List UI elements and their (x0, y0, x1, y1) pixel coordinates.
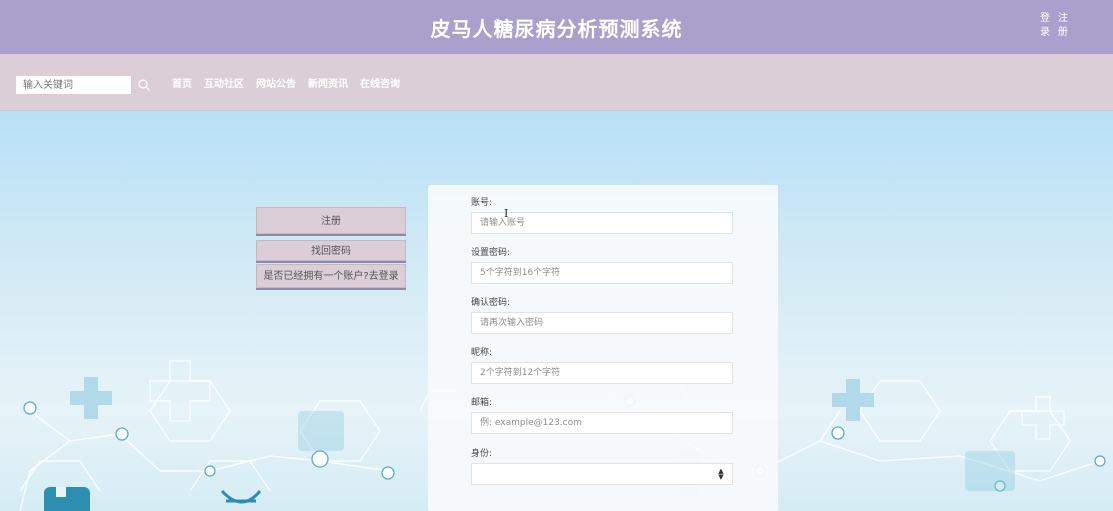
nav-item-announcements[interactable]: 网站公告 (256, 76, 296, 94)
search-icon[interactable] (137, 78, 151, 92)
find-password-button[interactable]: 找回密码 (256, 240, 406, 261)
site-header: 皮马人糖尿病分析预测系统 登录 注册 (0, 0, 1113, 54)
go-login-button[interactable]: 是否已经拥有一个账户?去登录 (256, 264, 406, 288)
registration-form: 账号: 设置密码: 确认密码: 昵称: 邮箱: 身份: ▲▼ (428, 185, 778, 511)
nav-item-consult[interactable]: 在线咨询 (360, 76, 400, 94)
nickname-label: 昵称: (471, 348, 493, 358)
nav-item-news[interactable]: 新闻资讯 (308, 76, 348, 94)
account-input[interactable] (471, 212, 733, 234)
nickname-input[interactable] (471, 362, 733, 384)
password-input[interactable] (471, 262, 733, 284)
auth-links: 登录 注册 (1038, 12, 1072, 40)
email-label: 邮箱: (471, 398, 493, 408)
text-cursor-icon: I (504, 207, 509, 220)
account-label: 账号: (471, 198, 493, 208)
identity-label: 身份: (471, 449, 493, 459)
navbar: 首页 互动社区 网站公告 新闻资讯 在线咨询 (0, 54, 1113, 111)
email-input[interactable] (471, 412, 733, 434)
confirm-password-input[interactable] (471, 312, 733, 334)
search-input[interactable] (16, 76, 131, 94)
medical-kit-icon (44, 487, 90, 511)
nav-menu: 首页 互动社区 网站公告 新闻资讯 在线咨询 (172, 76, 412, 94)
confirm-password-label: 确认密码: (471, 298, 511, 308)
register-button[interactable]: 注册 (256, 207, 406, 234)
login-link[interactable]: 登录 (1038, 12, 1052, 40)
mask-icon (220, 489, 262, 504)
nav-item-home[interactable]: 首页 (172, 76, 192, 94)
select-arrows-icon: ▲ ▼ (718, 467, 724, 481)
site-title: 皮马人糖尿病分析预测系统 (430, 17, 683, 41)
password-label: 设置密码: (471, 248, 511, 258)
register-link[interactable]: 注册 (1056, 12, 1070, 40)
identity-select[interactable]: ▲ ▼ (471, 463, 733, 485)
nav-item-community[interactable]: 互动社区 (204, 76, 244, 94)
